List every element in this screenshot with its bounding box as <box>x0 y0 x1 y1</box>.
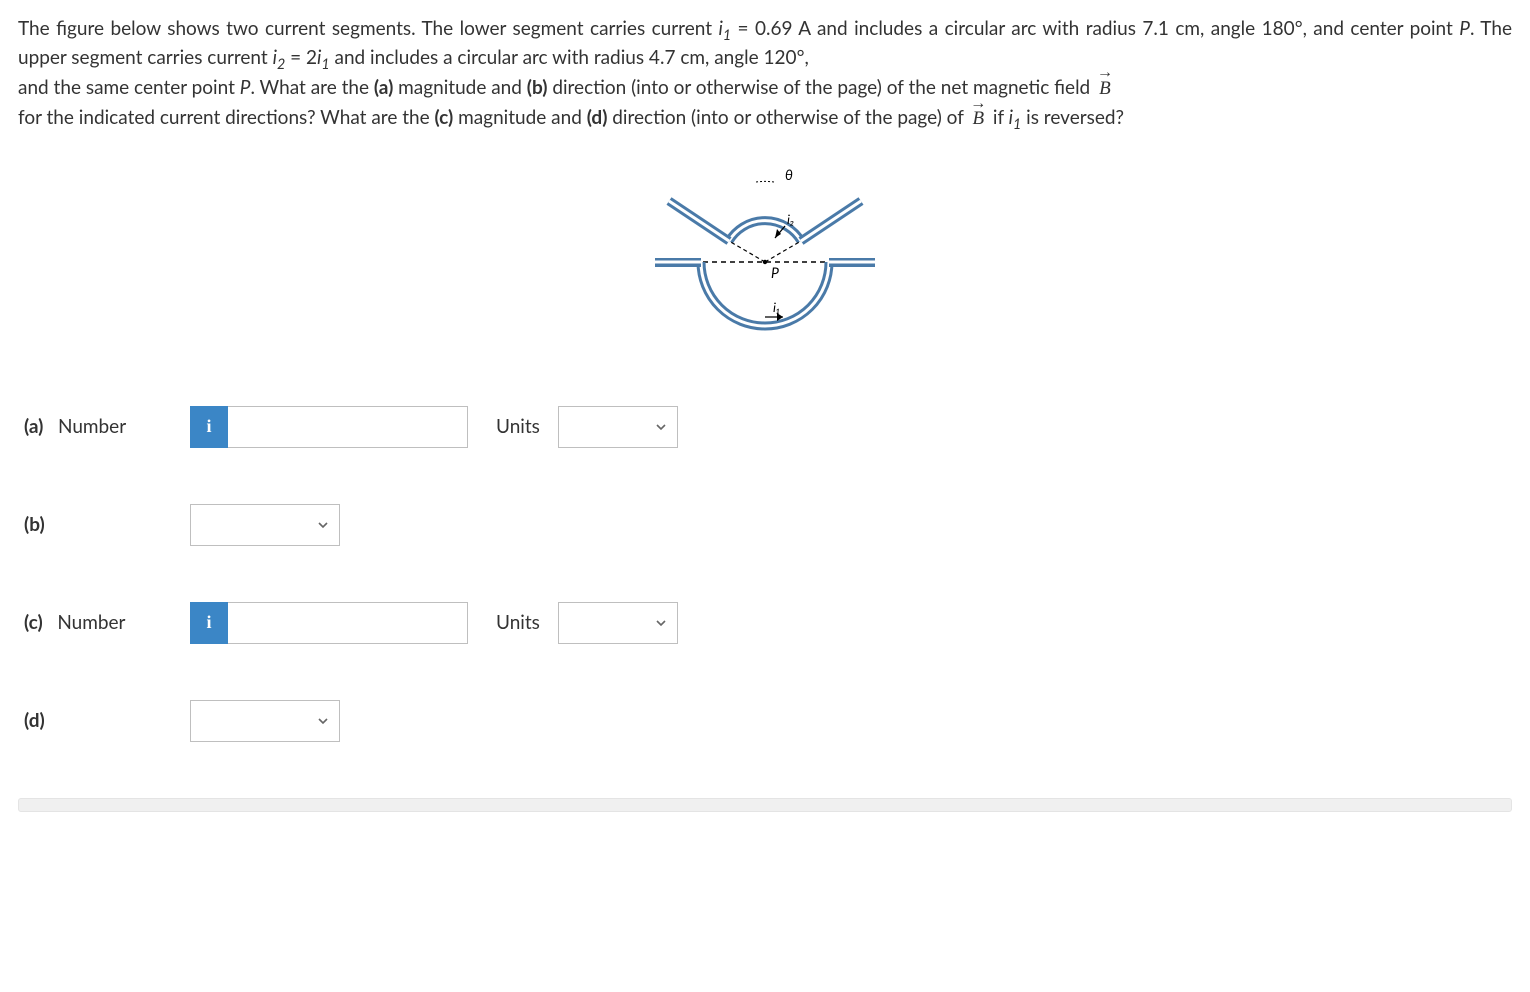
text: and includes a circular arc with radius … <box>330 46 809 69</box>
text: and the same center point <box>18 76 240 99</box>
number-input-wrap-c: i <box>190 602 468 644</box>
units-select-a[interactable] <box>558 406 678 448</box>
number-input-a[interactable] <box>228 406 468 448</box>
answer-row-c: (c) Number i Units <box>18 602 1512 644</box>
svg-text:i₂: i₂ <box>787 211 794 227</box>
text: = 0.69 A and includes a circular arc wit… <box>731 17 1459 40</box>
row-label-b: (b) <box>24 510 172 539</box>
var-i1: i1 <box>718 17 731 40</box>
chevron-down-icon <box>317 519 329 531</box>
row-label-d: (d) <box>24 706 172 735</box>
answer-section: (a) Number i Units (b) (c) Number <box>18 406 1512 742</box>
figure-diagram: θ i₂ P i₁ <box>18 162 1512 370</box>
vector-B: →B <box>1095 74 1115 103</box>
var-P: P <box>240 76 251 99</box>
text: for the indicated current directions? Wh… <box>18 106 435 129</box>
text: magnitude and <box>453 106 586 129</box>
text: = 2 <box>285 46 317 69</box>
text: magnitude and <box>393 76 526 99</box>
bottom-toolbar <box>18 798 1512 812</box>
answer-row-b: (b) <box>18 504 1512 546</box>
part-d-label: (d) <box>587 106 608 129</box>
var-i1b: i1 <box>317 46 330 69</box>
var-i2: i2 <box>273 46 286 69</box>
chevron-down-icon <box>655 617 667 629</box>
question-text: The figure below shows two current segme… <box>18 14 1512 134</box>
part-a-label: (a) <box>374 76 393 99</box>
units-label: Units <box>496 608 540 637</box>
part-c-label: (c) <box>435 106 454 129</box>
number-input-wrap-a: i <box>190 406 468 448</box>
row-label-a: (a) Number <box>24 412 172 441</box>
text: direction (into or otherwise of the page… <box>607 106 968 129</box>
info-icon[interactable]: i <box>190 602 228 644</box>
text: is reversed? <box>1021 106 1124 129</box>
chevron-down-icon <box>317 715 329 727</box>
direction-select-d[interactable] <box>190 700 340 742</box>
var-P: P <box>1459 17 1470 40</box>
text: . What are the <box>250 76 373 99</box>
vector-B: →B <box>968 104 988 133</box>
part-b-label: (b) <box>527 76 548 99</box>
answer-row-a: (a) Number i Units <box>18 406 1512 448</box>
svg-text:i₁: i₁ <box>773 299 780 315</box>
row-label-c: (c) Number <box>24 608 172 637</box>
units-select-c[interactable] <box>558 602 678 644</box>
text: if <box>988 106 1009 129</box>
info-icon[interactable]: i <box>190 406 228 448</box>
var-i1c: i1 <box>1009 106 1022 129</box>
svg-text:P: P <box>771 264 779 281</box>
units-label: Units <box>496 412 540 441</box>
text: direction (into or otherwise of the page… <box>547 76 1095 99</box>
text: The figure below shows two current segme… <box>18 17 718 40</box>
direction-select-b[interactable] <box>190 504 340 546</box>
answer-row-d: (d) <box>18 700 1512 742</box>
chevron-down-icon <box>655 421 667 433</box>
svg-text:θ: θ <box>785 166 793 183</box>
number-input-c[interactable] <box>228 602 468 644</box>
